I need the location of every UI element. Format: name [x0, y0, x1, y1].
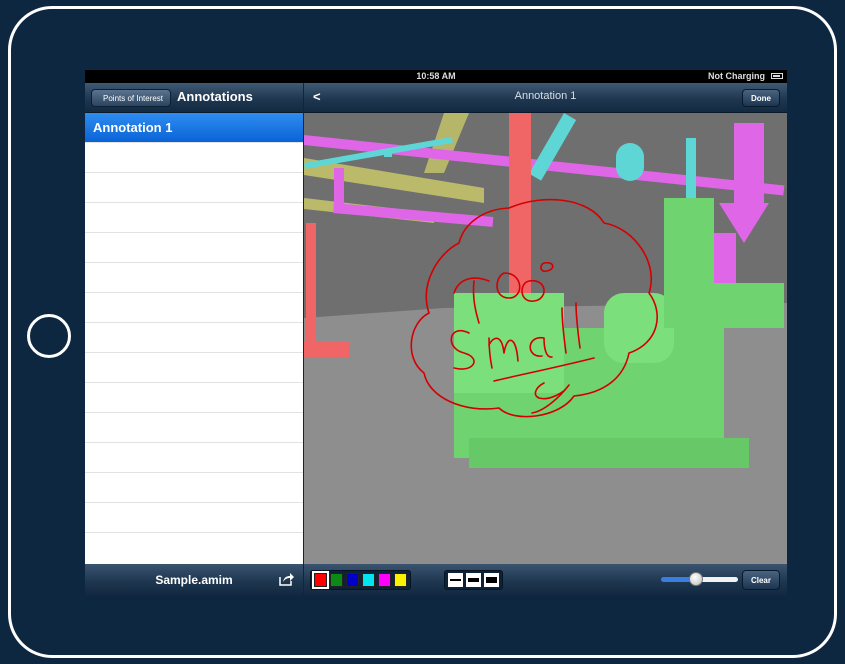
list-item	[85, 473, 303, 503]
line-width-thick[interactable]	[484, 573, 499, 587]
line-width-medium[interactable]	[466, 573, 481, 587]
detail-navbar: < Annotation 1 Done	[304, 83, 787, 113]
list-item	[85, 203, 303, 233]
list-item	[85, 263, 303, 293]
list-item	[85, 173, 303, 203]
color-swatch[interactable]	[378, 573, 391, 587]
color-swatch[interactable]	[394, 573, 407, 587]
list-item	[85, 233, 303, 263]
clear-button[interactable]: Clear	[741, 570, 780, 590]
status-bar: 10:58 AM Not Charging	[85, 70, 787, 83]
charging-status: Not Charging	[708, 71, 765, 81]
file-name: Sample.amim	[155, 573, 233, 587]
slider-thumb[interactable]	[689, 572, 704, 586]
share-icon[interactable]	[278, 572, 294, 586]
line-width-picker	[444, 570, 503, 590]
list-item	[85, 353, 303, 383]
list-item	[85, 413, 303, 443]
color-palette	[310, 570, 411, 590]
points-of-interest-back-button[interactable]: Points of Interest	[91, 89, 172, 107]
detail-title: Annotation 1	[514, 90, 577, 102]
list-item	[85, 443, 303, 473]
color-swatch[interactable]	[330, 573, 343, 587]
list-item	[85, 503, 303, 533]
annotation-drawing	[410, 198, 658, 418]
status-time: 10:58 AM	[416, 71, 456, 81]
brush-size-slider[interactable]	[661, 572, 738, 586]
color-swatch[interactable]	[346, 573, 359, 587]
annotation-cloud-stroke	[410, 198, 658, 418]
list-item	[85, 143, 303, 173]
empty-rows	[85, 143, 303, 533]
list-item	[85, 323, 303, 353]
annotation-list-item[interactable]: Annotation 1	[85, 113, 303, 143]
annotation-canvas[interactable]	[304, 113, 787, 564]
line-width-thin[interactable]	[448, 573, 463, 587]
list-item	[85, 383, 303, 413]
list-item	[85, 293, 303, 323]
battery-icon	[771, 73, 783, 79]
drawing-toolbar: Clear	[304, 564, 787, 596]
color-swatch[interactable]	[312, 571, 329, 589]
annotations-list: Annotation 1	[85, 113, 303, 564]
color-swatch[interactable]	[362, 573, 375, 587]
master-title: Annotations	[177, 89, 253, 104]
home-button[interactable]	[27, 314, 71, 358]
master-toolbar: Sample.amim	[85, 564, 303, 596]
master-navbar: Points of Interest Annotations	[85, 83, 303, 113]
ipad-screen: 10:58 AM Not Charging Points of Interest…	[85, 70, 787, 596]
done-button[interactable]: Done	[742, 89, 780, 107]
